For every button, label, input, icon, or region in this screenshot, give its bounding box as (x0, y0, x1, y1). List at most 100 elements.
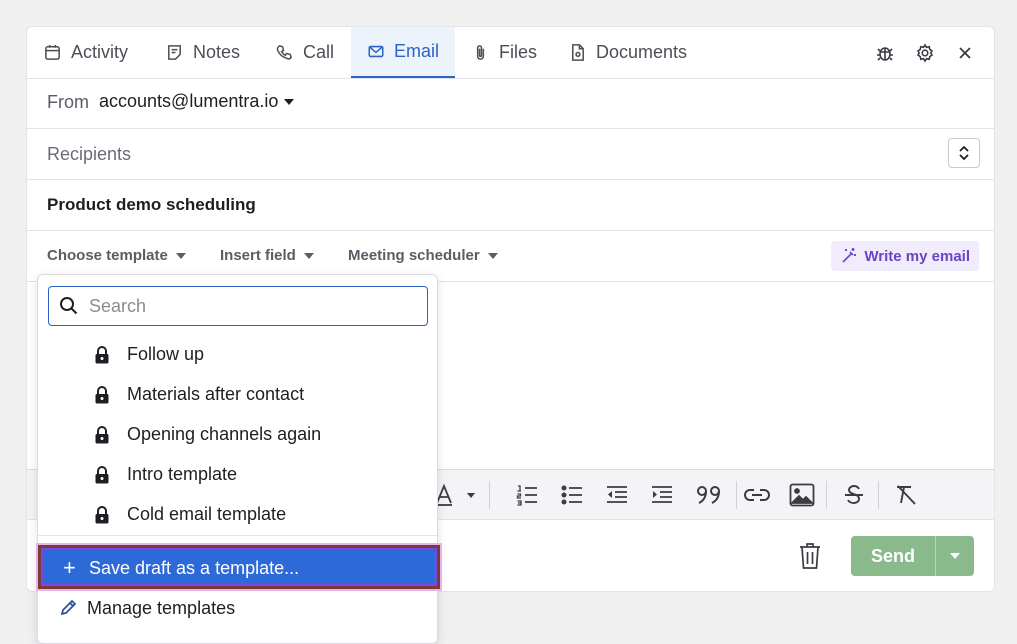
tab-notes[interactable]: Notes (149, 27, 256, 78)
tab-email[interactable]: Email (351, 27, 455, 78)
toolbar-divider (878, 481, 879, 509)
template-item[interactable]: Opening channels again (38, 415, 437, 455)
recipients-row[interactable]: Recipients (27, 129, 994, 180)
quote-icon (697, 486, 720, 504)
toolbar-divider (736, 481, 737, 509)
tab-documents[interactable]: Documents (552, 27, 703, 78)
toolbar-divider (826, 481, 827, 509)
search-icon (60, 297, 78, 315)
blockquote-button[interactable] (694, 483, 724, 507)
plus-icon: + (63, 555, 76, 580)
template-dropdown-menu: Follow up Materials after contact Openin… (36, 274, 442, 644)
mail-icon (368, 45, 384, 58)
bullet-list-icon (561, 485, 582, 505)
bullet-list-button[interactable] (559, 483, 585, 507)
trash-icon[interactable] (798, 542, 822, 570)
gear-icon[interactable] (915, 43, 935, 63)
template-item[interactable]: Cold email template (38, 495, 437, 535)
manage-templates-item[interactable]: Manage templates (38, 589, 437, 629)
paperclip-icon (476, 45, 485, 60)
send-button-group: Send (851, 536, 974, 576)
tab-activity[interactable]: Activity (27, 27, 144, 78)
template-item-label: Follow up (127, 344, 205, 364)
template-item[interactable]: Intro template (38, 455, 437, 495)
ordered-list-button[interactable] (514, 483, 540, 507)
magic-wand-icon (842, 248, 857, 263)
manage-templates-label: Manage templates (87, 598, 236, 618)
save-draft-highlight: + Save draft as a template... (41, 548, 437, 586)
image-icon (789, 483, 815, 507)
insert-field-label: Insert field (220, 247, 296, 264)
chevron-down-icon (487, 252, 498, 259)
tab-label: Files (499, 42, 538, 62)
write-my-email-label: Write my email (864, 247, 970, 265)
ordered-list-icon (516, 485, 537, 506)
link-button[interactable] (744, 483, 770, 507)
notes-icon (168, 45, 181, 60)
from-label: From (47, 92, 89, 112)
lock-icon (95, 466, 109, 484)
indent-icon (652, 486, 672, 503)
expand-collapse-icon (959, 145, 969, 161)
write-my-email-button[interactable]: Write my email (831, 241, 979, 271)
template-search-input[interactable] (89, 294, 419, 318)
send-button[interactable]: Send (851, 536, 935, 576)
template-item-label: Cold email template (127, 504, 287, 524)
close-icon[interactable] (955, 43, 975, 63)
activity-tabs: Activity Notes Call Email Files Document… (27, 27, 994, 79)
text-color-icon (436, 483, 475, 506)
toolbar-divider (489, 481, 490, 509)
tab-label: Call (303, 42, 335, 62)
chevron-down-icon (284, 98, 295, 105)
template-item-label: Opening channels again (127, 424, 322, 444)
tab-files[interactable]: Files (455, 27, 553, 78)
image-button[interactable] (789, 483, 815, 507)
save-draft-as-template-item[interactable]: + Save draft as a template... (36, 543, 442, 591)
recipients-expand-button[interactable] (948, 138, 980, 168)
strikethrough-icon (845, 485, 863, 504)
calendar-icon (45, 44, 60, 60)
lock-icon (95, 386, 109, 404)
tab-label: Documents (596, 42, 688, 62)
template-item-label: Materials after contact (127, 384, 305, 404)
text-color-button[interactable] (432, 483, 478, 507)
choose-template-dropdown[interactable]: Choose template (47, 247, 186, 264)
chevron-down-icon (175, 252, 186, 259)
template-search-box[interactable] (48, 286, 428, 326)
save-draft-label: Save draft as a template... (89, 558, 300, 578)
send-options-button[interactable] (935, 536, 974, 576)
subject-row[interactable]: Product demo scheduling (27, 180, 994, 231)
from-account-value: accounts@lumentra.io (99, 91, 279, 111)
recipients-label: Recipients (47, 144, 132, 164)
tab-label: Email (393, 41, 439, 61)
lock-icon (95, 346, 109, 364)
subject-text[interactable]: Product demo scheduling (47, 195, 256, 215)
insert-field-dropdown[interactable]: Insert field (220, 247, 314, 264)
clear-formatting-icon (897, 485, 916, 505)
link-icon (744, 489, 770, 501)
meeting-scheduler-label: Meeting scheduler (348, 247, 480, 264)
meeting-scheduler-dropdown[interactable]: Meeting scheduler (348, 247, 498, 264)
tab-call[interactable]: Call (259, 27, 350, 78)
document-icon (571, 44, 584, 61)
template-item[interactable]: Follow up (38, 335, 437, 375)
clear-formatting-button[interactable] (893, 483, 919, 507)
outdent-button[interactable] (604, 483, 630, 507)
from-row: From accounts@lumentra.io (27, 78, 994, 129)
pencil-icon (60, 599, 77, 616)
bug-icon[interactable] (875, 43, 895, 63)
chevron-down-icon (950, 553, 960, 559)
menu-divider (38, 535, 437, 536)
chevron-down-icon (303, 252, 314, 259)
indent-button[interactable] (649, 483, 675, 507)
lock-icon (95, 506, 109, 524)
from-account-select[interactable]: accounts@lumentra.io (99, 91, 295, 112)
tab-label: Notes (193, 42, 241, 62)
lock-icon (95, 426, 109, 444)
tab-label: Activity (71, 42, 129, 62)
choose-template-label: Choose template (47, 247, 168, 264)
strikethrough-button[interactable] (841, 483, 867, 507)
template-item[interactable]: Materials after contact (38, 375, 437, 415)
template-item-label: Intro template (127, 464, 238, 484)
phone-icon (276, 45, 292, 60)
